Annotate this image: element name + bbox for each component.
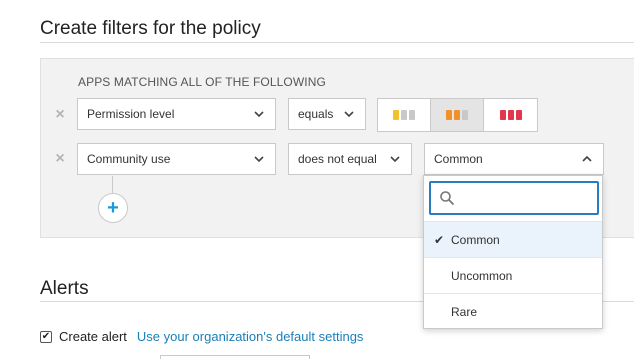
level-low-button[interactable] [378,99,431,131]
dropdown-option-label: Uncommon [451,269,513,283]
create-alert-row: ✔ Create alert Use your organization's d… [40,329,363,344]
level-medium-button[interactable] [431,99,484,131]
filter-field-value: Permission level [87,107,175,121]
filter-value-text: Common [434,152,483,166]
chevron-up-icon [582,155,592,162]
filter-field-select[interactable]: Community use [77,143,276,175]
level-bar [401,110,407,120]
filter-operator-select[interactable]: equals [288,98,366,130]
dropdown-option[interactable]: Rare [424,293,602,329]
alert-settings-field[interactable] [160,355,310,359]
level-bar [515,110,522,120]
chevron-down-icon [254,111,264,118]
level-bar [454,110,460,120]
level-bar [393,110,399,120]
section-divider [40,42,634,43]
permission-level-toggle [377,98,538,132]
level-bar [507,110,514,120]
level-bar [446,110,452,120]
filter-operator-value: equals [298,107,334,121]
create-alert-checkbox[interactable]: ✔ [40,330,52,343]
dropdown-option[interactable]: Uncommon [424,257,602,293]
filter-panel-heading: APPS MATCHING ALL OF THE FOLLOWING [78,75,326,89]
filter-field-select[interactable]: Permission level [77,98,276,130]
dropdown-option[interactable]: ✔ Common [424,221,602,257]
level-bar [462,110,468,120]
search-icon [440,191,454,205]
remove-filter-icon[interactable]: × [53,107,67,123]
plus-icon: + [107,197,119,219]
remove-filter-icon[interactable]: × [53,151,67,167]
add-connector-line [112,176,113,194]
filter-operator-value: does not equal [298,152,377,166]
chevron-down-icon [254,156,264,163]
checkmark-icon: ✔ [41,330,51,342]
default-settings-link[interactable]: Use your organization's default settings [137,329,364,344]
alerts-title: Alerts [40,278,89,299]
filter-operator-select[interactable]: does not equal [288,143,412,175]
dropdown-option-label: Rare [451,305,478,319]
filter-field-value: Community use [87,152,171,166]
value-dropdown-menu: ✔ Common Uncommon Rare [423,175,603,329]
level-bar [499,110,506,120]
level-bar [409,110,415,120]
dropdown-option-label: Common [451,233,500,247]
policy-filters-title: Create filters for the policy [40,18,261,39]
create-alert-label: Create alert [59,329,127,344]
filter-value-select[interactable]: Common [424,143,604,175]
check-icon: ✔ [434,233,445,247]
chevron-down-icon [344,111,354,118]
chevron-down-icon [390,156,400,163]
dropdown-search-input[interactable] [429,181,599,215]
level-high-button[interactable] [484,99,537,131]
add-filter-button[interactable]: + [98,193,128,223]
